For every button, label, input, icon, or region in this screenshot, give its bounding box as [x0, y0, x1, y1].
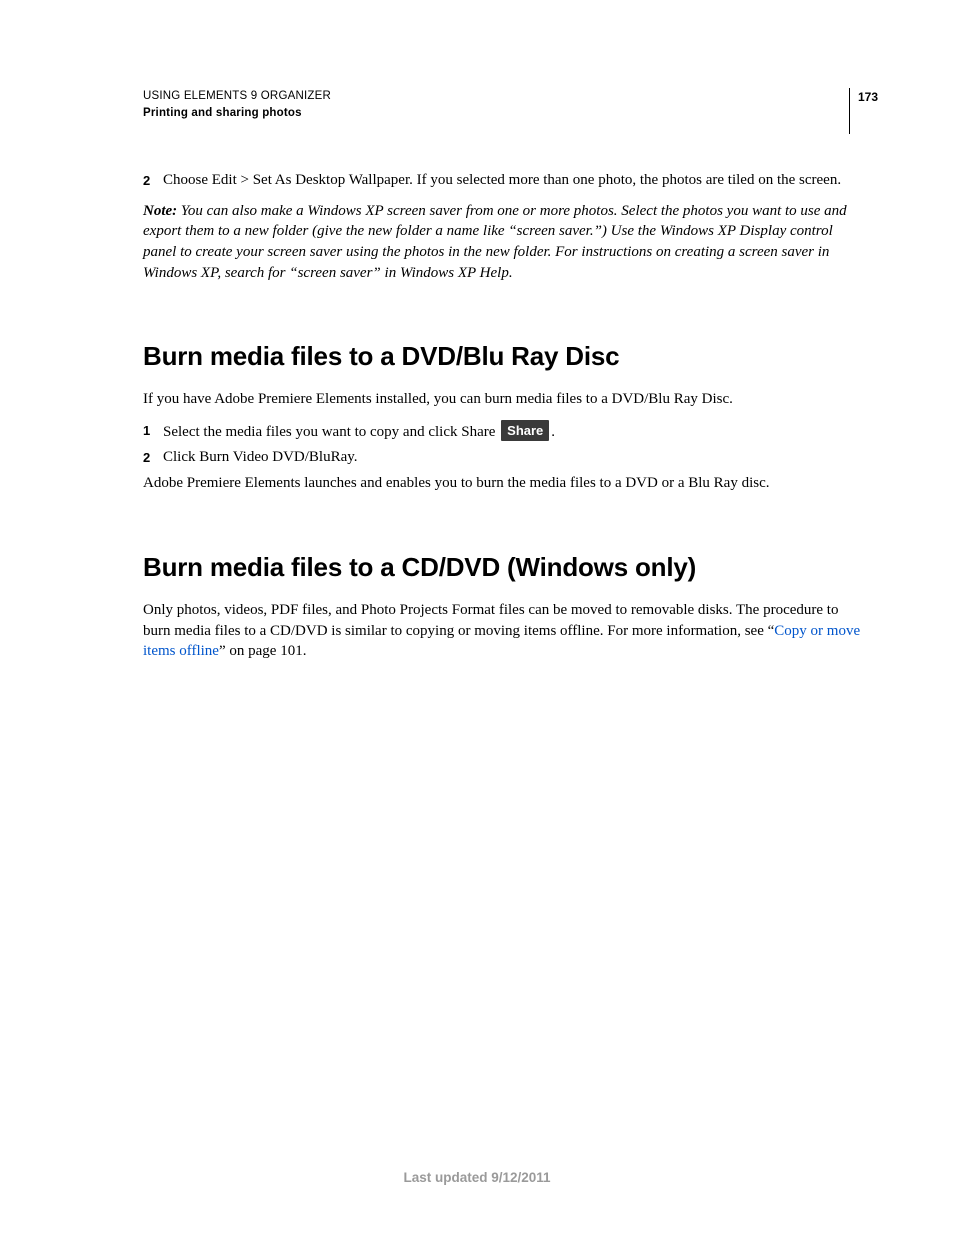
note-text: You can also make a Windows XP screen sa… — [143, 203, 847, 281]
note-label: Note: — [143, 203, 181, 219]
paragraph-text-post: ” on page 101. — [219, 643, 306, 659]
page-header: USING ELEMENTS 9 ORGANIZER Printing and … — [143, 88, 866, 134]
paragraph: If you have Adobe Premiere Elements inst… — [143, 389, 866, 410]
step-text: Choose Edit > Set As Desktop Wallpaper. … — [163, 170, 866, 191]
step-number: 1 — [143, 420, 163, 443]
step-number: 2 — [143, 447, 163, 468]
footer-updated: Last updated 9/12/2011 — [0, 1170, 954, 1185]
step-text-pre: Select the media files you want to copy … — [163, 424, 499, 440]
step-item: 1 Select the media files you want to cop… — [143, 420, 866, 443]
paragraph: Adobe Premiere Elements launches and ena… — [143, 473, 866, 494]
note-block: Note: You can also make a Windows XP scr… — [143, 201, 866, 284]
share-button-icon: Share — [501, 420, 549, 441]
page-number: 173 — [849, 88, 878, 134]
section-heading: Burn media files to a DVD/Blu Ray Disc — [143, 339, 866, 375]
paragraph-text-pre: Only photos, videos, PDF files, and Phot… — [143, 602, 838, 639]
step-number: 2 — [143, 170, 163, 191]
step-text: Click Burn Video DVD/BluRay. — [163, 447, 866, 468]
section-heading: Burn media files to a CD/DVD (Windows on… — [143, 550, 866, 586]
step-item: 2 Choose Edit > Set As Desktop Wallpaper… — [143, 170, 866, 191]
doc-title: USING ELEMENTS 9 ORGANIZER — [143, 88, 849, 105]
step-text-post: . — [551, 424, 555, 440]
chapter-title: Printing and sharing photos — [143, 105, 849, 122]
step-text: Select the media files you want to copy … — [163, 420, 866, 443]
paragraph: Only photos, videos, PDF files, and Phot… — [143, 600, 866, 662]
step-item: 2 Click Burn Video DVD/BluRay. — [143, 447, 866, 468]
header-titles: USING ELEMENTS 9 ORGANIZER Printing and … — [143, 88, 849, 123]
